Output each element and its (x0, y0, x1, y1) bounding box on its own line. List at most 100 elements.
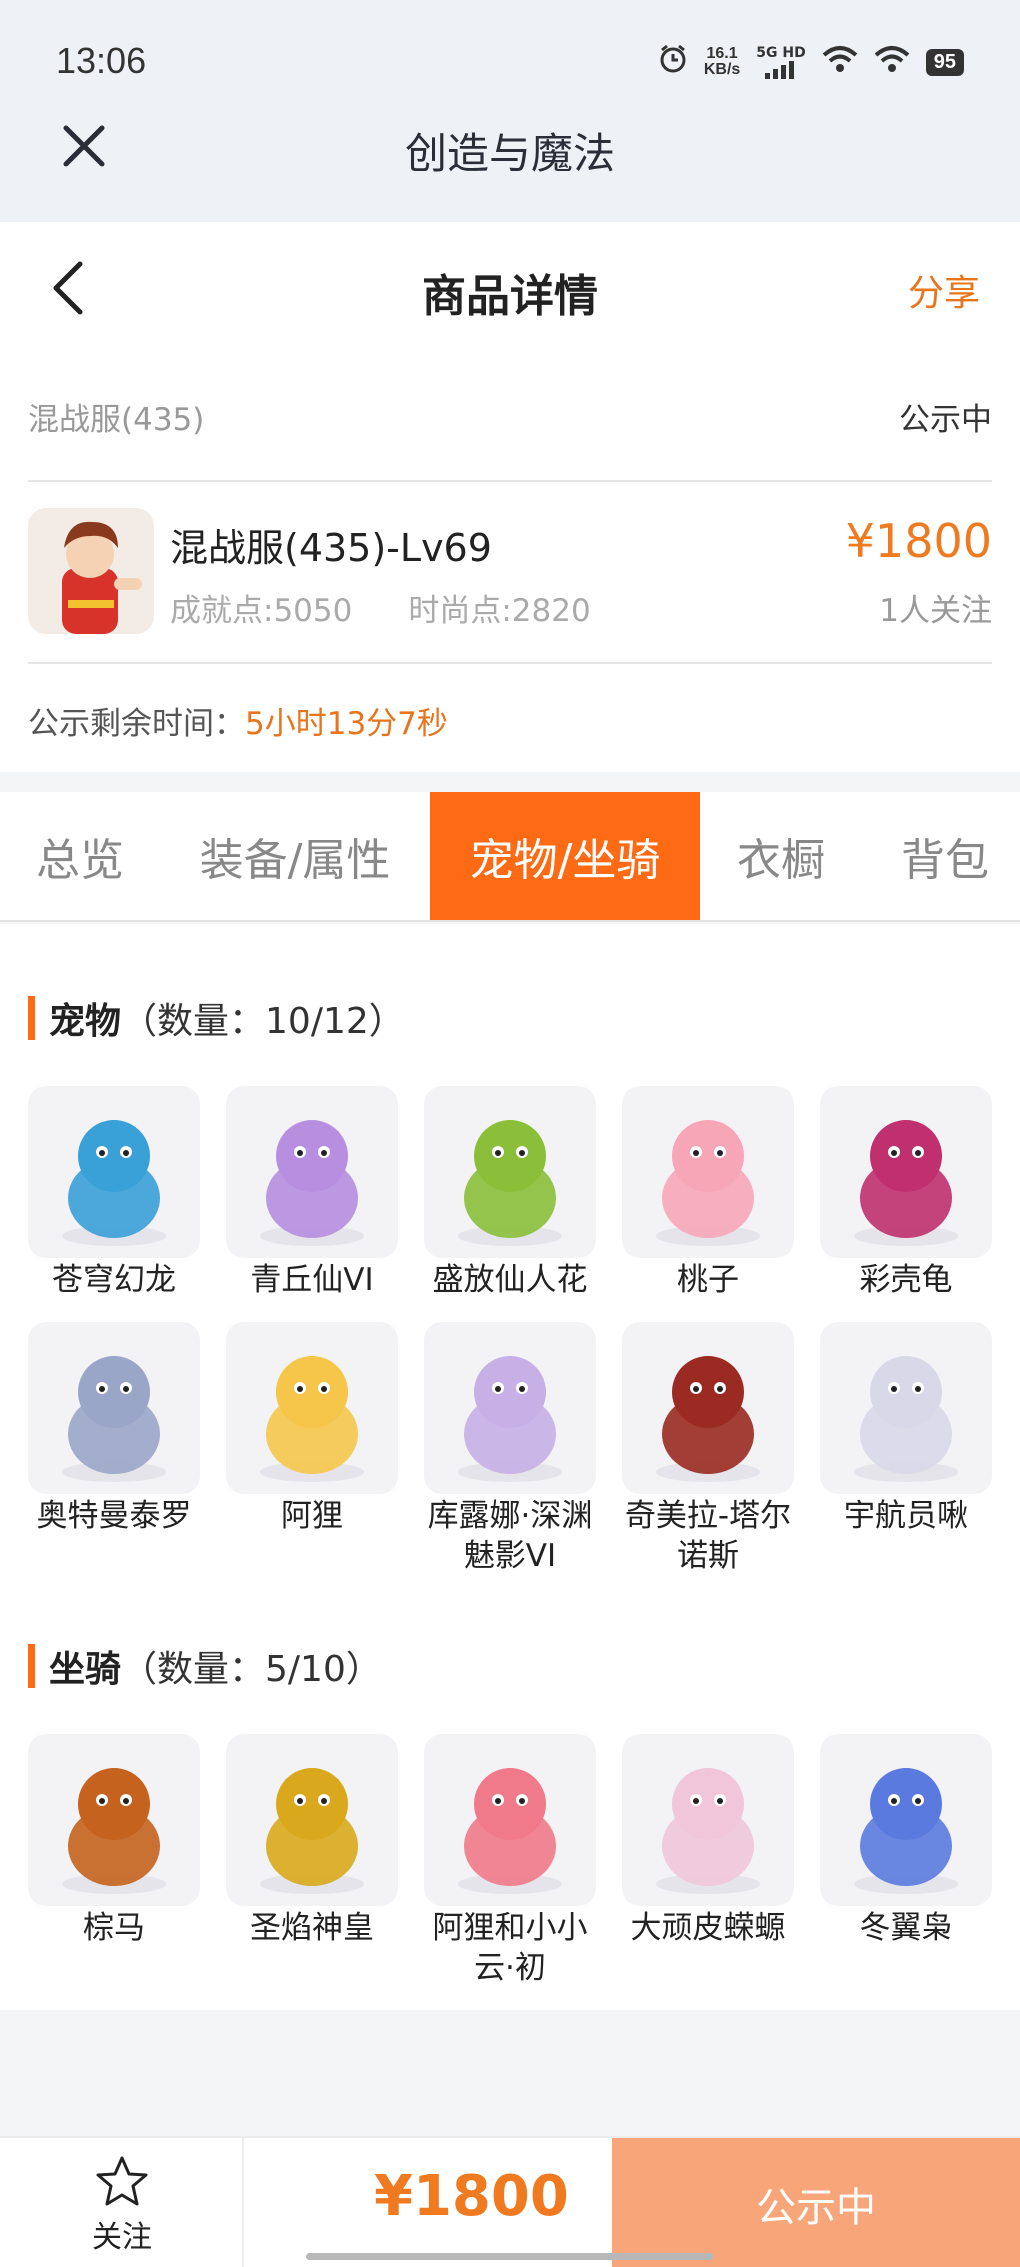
bottom-price: ¥1800 (374, 2164, 569, 2229)
tab-equipment[interactable]: 装备/属性 (178, 792, 412, 920)
dragon-icon (28, 1086, 200, 1258)
pets-item[interactable]: 青丘仙VI (226, 1086, 398, 1300)
remaining-time: 公示剩余时间：5小时13分7秒 (28, 698, 448, 743)
signal-icon: 5G HD (756, 45, 806, 79)
pets-name: 苍穹幻龙 (52, 1262, 176, 1298)
pets-grid: 苍穹幻龙 青丘仙VI 盛放仙人花 桃子 彩壳龟奥特曼泰罗 阿狸 库露娜·深渊魅影VI 奇美拉-… (28, 1086, 992, 1574)
mounts-count: （数量：5/10） (121, 1649, 382, 1690)
app-header: 13:06 16.1 KB/s 5G HD 95 创造与魔法 (0, 0, 1020, 222)
pets-item[interactable]: 盛放仙人花 (424, 1086, 596, 1300)
product-info: 混战服(435) 公示中 混战服(435)-Lv69 成就点:5050 时尚点:… (0, 352, 1020, 772)
mounts-section-title: 坐骑 （数量：5/10） (28, 1640, 382, 1692)
mounts-name: 大顽皮蝾螈 (630, 1910, 786, 1946)
pets-name: 奇美拉-塔尔诺斯 (624, 1498, 792, 1574)
salamander-icon (622, 1734, 794, 1906)
remaining-time-value: 5小时13分7秒 (245, 706, 448, 742)
mounts-name: 棕马 (83, 1910, 145, 1946)
pets-name: 盛放仙人花 (432, 1262, 588, 1298)
mounts-item[interactable]: 大顽皮蝾螈 (622, 1734, 794, 1948)
follow-label: 关注 (92, 2220, 152, 2255)
tab-pets-mounts[interactable]: 宠物/坐骑 (430, 792, 700, 920)
battery-icon: 95 (925, 48, 964, 76)
section-marker (28, 1644, 35, 1688)
divider (28, 480, 992, 482)
page-header: 商品详情 分享 (0, 222, 1020, 352)
pets-name: 库露娜·深渊魅影VI (427, 1498, 593, 1574)
pets-count: （数量：10/12） (121, 1001, 405, 1042)
bottom-bar: 关注 ¥1800 公示中 (0, 2136, 1020, 2267)
pets-name: 彩壳龟 (859, 1262, 953, 1298)
mounts-name: 圣焰神皇 (250, 1910, 374, 1946)
app-title: 创造与魔法 (404, 129, 615, 178)
pets-name: 桃子 (677, 1262, 739, 1298)
pets-name: 宇航员啾 (844, 1498, 968, 1534)
pets-item[interactable]: 奥特曼泰罗 (28, 1322, 200, 1536)
divider (28, 662, 992, 664)
horse-icon (28, 1734, 200, 1906)
tab-overview[interactable]: 总览 (0, 792, 160, 920)
fox-fairy-icon (226, 1086, 398, 1258)
pets-title: 宠物 (49, 1001, 122, 1042)
mounts-item[interactable]: 冬翼枭 (820, 1734, 992, 1948)
character-stats: 成就点:5050 时尚点:2820 (170, 585, 591, 630)
pets-item[interactable]: 宇航员啾 (820, 1322, 992, 1536)
server-row: 混战服(435) 公示中 (28, 394, 992, 439)
cactus-flower-icon (424, 1086, 596, 1258)
pets-item[interactable]: 库露娜·深渊魅影VI (424, 1322, 596, 1576)
tab-backpack[interactable]: 背包 (870, 792, 1020, 920)
server-name: 混战服(435) (28, 402, 205, 438)
alarm-icon (658, 44, 688, 80)
wifi-icon (822, 45, 858, 79)
detail-tabs: 总览 装备/属性 宠物/坐骑 衣橱 背包 (0, 792, 1020, 922)
network-speed-unit: KB/s (703, 61, 741, 78)
mounts-name: 冬翼枭 (859, 1910, 953, 1946)
mounts-name: 阿狸和小小云·初 (432, 1910, 588, 1986)
character-title: 混战服(435)-Lv69 (170, 526, 492, 570)
remaining-time-label: 公示剩余时间： (28, 706, 245, 742)
follow-button[interactable]: 关注 (0, 2138, 244, 2267)
achievement-points: 成就点:5050 (170, 593, 353, 629)
product-price: ¥1800 (845, 514, 992, 568)
share-button[interactable]: 分享 (908, 264, 980, 316)
pets-item[interactable]: 奇美拉-塔尔诺斯 (622, 1322, 794, 1576)
winter-owl-icon (820, 1734, 992, 1906)
ultraman-icon (28, 1322, 200, 1494)
tab-wardrobe[interactable]: 衣橱 (712, 792, 850, 920)
pets-section-title: 宠物 （数量：10/12） (28, 992, 405, 1044)
pets-item[interactable]: 彩壳龟 (820, 1086, 992, 1300)
network-type: 5G HD (756, 45, 806, 61)
publicity-status-button[interactable]: 公示中 (612, 2138, 1020, 2267)
listing-status: 公示中 (899, 402, 992, 438)
mounts-title: 坐骑 (49, 1649, 122, 1690)
status-time: 13:06 (56, 40, 147, 81)
wifi-icon-2 (874, 45, 910, 79)
home-indicator (306, 2253, 714, 2260)
star-icon (96, 2156, 148, 2206)
pink-bunny-icon (622, 1086, 794, 1258)
pets-name: 阿狸 (281, 1498, 343, 1534)
astronaut-icon (820, 1322, 992, 1494)
abyss-phantom-icon (424, 1322, 596, 1494)
ali-fox-icon (226, 1322, 398, 1494)
chimera-icon (622, 1322, 794, 1494)
pets-name: 青丘仙VI (250, 1262, 374, 1298)
pets-item[interactable]: 桃子 (622, 1086, 794, 1300)
turtle-icon (820, 1086, 992, 1258)
mounts-item[interactable]: 阿狸和小小云·初 (424, 1734, 596, 1988)
character-avatar (28, 508, 154, 634)
golden-dragon-icon (226, 1734, 398, 1906)
page-title: 商品详情 (422, 271, 598, 322)
network-speed: 16.1 KB/s (704, 46, 740, 78)
mounts-item[interactable]: 棕马 (28, 1734, 200, 1948)
mounts-grid: 棕马 圣焰神皇 阿狸和小小云·初 大顽皮蝾螈 冬翼枭 (28, 1734, 992, 1994)
pets-item[interactable]: 苍穹幻龙 (28, 1086, 200, 1300)
pets-item[interactable]: 阿狸 (226, 1322, 398, 1536)
section-marker (28, 996, 35, 1040)
status-icons: 16.1 KB/s 5G HD 95 (658, 44, 964, 80)
pets-mounts-panel: 宠物 （数量：10/12） 苍穹幻龙 青丘仙VI 盛放仙人花 桃子 彩壳龟 奥特曼泰罗 阿狸… (0, 924, 1020, 2010)
fashion-points: 时尚点:2820 (408, 593, 591, 629)
pets-name: 奥特曼泰罗 (36, 1498, 192, 1534)
mounts-item[interactable]: 圣焰神皇 (226, 1734, 398, 1948)
follower-count: 1人关注 (879, 593, 992, 629)
ali-cloud-icon (424, 1734, 596, 1906)
